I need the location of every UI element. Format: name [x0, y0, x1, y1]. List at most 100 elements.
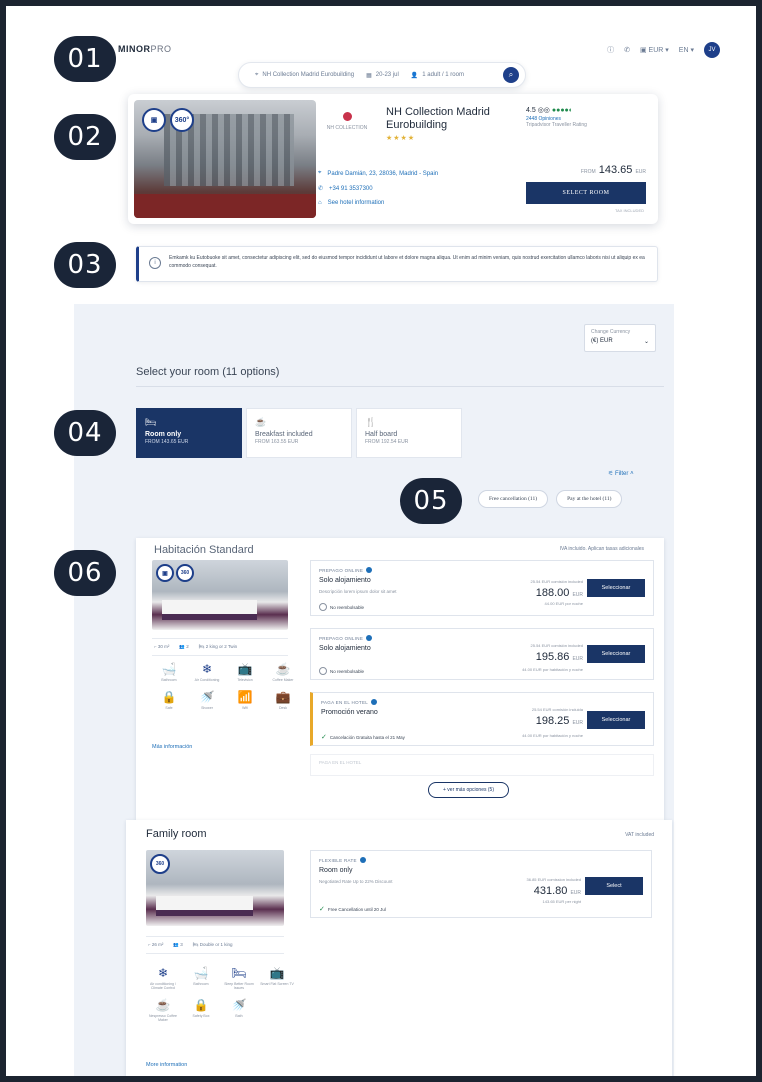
filter-label: Filter	[615, 471, 629, 477]
search-guests[interactable]: 👤 1 adult / 1 room	[411, 72, 464, 79]
select-rate-button[interactable]: Seleccionar	[587, 645, 645, 663]
amenity: 📺 Television	[228, 662, 262, 682]
search-hotel[interactable]: ⌖ NH Collection Madrid Eurobuilding	[255, 72, 354, 79]
search-bar[interactable]: ⌖ NH Collection Madrid Eurobuilding ▦ 20-2…	[238, 62, 526, 88]
amenity-label: Air conditioning / Climate Control	[150, 982, 176, 990]
tab-price: FROM 163.55 EUR	[255, 439, 299, 445]
avatar[interactable]: JV	[704, 42, 720, 58]
room-specs: ⌐ 26 m² 👥 3 🛏 Double or 1 king	[146, 936, 284, 954]
amenity: ❄ Air conditioning / Climate Control	[146, 966, 180, 990]
more-info-link[interactable]: Más información	[152, 744, 192, 750]
room-card-standard: Habitación Standard IVA incluido. Aplica…	[136, 538, 664, 820]
select-rate-button[interactable]: Seleccionar	[587, 711, 645, 729]
amenity-label: Nespresso Coffee Maker	[149, 1014, 177, 1022]
room-tax-note: IVA incluido. Aplican tasas adicionales	[559, 546, 644, 552]
hotel-info-link-text: See hotel information	[327, 200, 385, 206]
location-pin-icon: ⌖	[318, 170, 322, 176]
coffee-icon: ☕	[155, 998, 171, 1012]
amenity: 📶 Wifi	[228, 690, 262, 710]
callout-06: 06	[54, 550, 116, 596]
room-card-family: Family room VAT included 360 ⌐ 26 m² 👥 3…	[126, 820, 672, 1076]
bathroom-icon: 🛁	[161, 662, 177, 676]
room-photo[interactable]: 360	[146, 850, 284, 926]
phone-icon[interactable]: ✆	[624, 46, 630, 54]
amenity-label: Desk	[279, 706, 287, 710]
tab-breakfast-included[interactable]: ☕ Breakfast included FROM 163.55 EUR	[246, 408, 352, 458]
chip-pay-at-hotel[interactable]: Pay at the hotel (11)	[556, 490, 623, 508]
tab-price: FROM 192.54 EUR	[365, 439, 409, 445]
tripadvisor-rating[interactable]: 4.5 ◎◎ ●●●●◐ 2448 Opiniones Tripadvisor …	[526, 106, 587, 128]
info-dot-icon[interactable]	[359, 857, 366, 863]
logo-light: PRO	[150, 44, 172, 54]
hotel-info-link[interactable]: ⌂ See hotel information	[318, 200, 438, 206]
tab-half-board[interactable]: 🍴 Half board FROM 192.54 EUR	[356, 408, 462, 458]
cutlery-icon: 🍴	[365, 417, 377, 427]
rate-policy: No reembolsable	[319, 603, 364, 611]
currency-selector[interactable]: ▣ EUR ▾	[640, 46, 669, 54]
gallery-icon[interactable]: ▣	[142, 108, 166, 132]
amenity: 🚿 Bath	[222, 998, 256, 1022]
room-size: ⌐ 30 m²	[154, 644, 170, 649]
rate-price-currency: EUR	[572, 592, 583, 598]
amenity: ☕ Coffee Maker	[266, 662, 300, 682]
room-size-value: 26 m²	[151, 942, 164, 947]
rate-name: Solo alojamiento	[319, 645, 371, 652]
hotel-phone-text: +34 91 3537300	[329, 185, 373, 192]
rate-tag-text: PAGA EN EL HOTEL	[321, 699, 369, 705]
chip-free-cancellation[interactable]: Free cancellation (11)	[478, 490, 549, 508]
room-tax-note: VAT included	[625, 832, 654, 838]
more-info-link[interactable]: More information	[146, 1062, 187, 1068]
location-pin-icon: ⌖	[255, 71, 259, 78]
360-view-icon[interactable]: 360°	[170, 108, 194, 132]
brand-logo[interactable]: MINORPRO	[118, 44, 172, 54]
rate-policy-text: Free Cancellation until 20 Jul	[327, 906, 386, 912]
hotel-icon: ⌂	[318, 200, 322, 206]
room-occupancy-value: 3	[180, 942, 183, 947]
room-occupancy: 👥 3	[173, 942, 183, 947]
tab-room-only[interactable]: 🛏 Room only FROM 143.65 EUR	[136, 408, 242, 458]
currency-dropdown-label: Change Currency	[591, 329, 631, 335]
rate-name: Promoción verano	[321, 709, 378, 716]
help-icon[interactable]: ⓘ	[607, 45, 614, 55]
amenity: 🔒 Safety Box	[184, 998, 218, 1022]
filter-toggle[interactable]: ⚟ Filter ˄	[608, 470, 634, 477]
hotel-address[interactable]: ⌖ Padre Damián, 23, 28036, Madrid - Spain	[318, 170, 438, 177]
rate-commission: 36.85 EUR comission included	[526, 877, 581, 882]
search-dates[interactable]: ▦ 20-23 jul	[366, 72, 399, 79]
info-dot-icon[interactable]	[366, 567, 373, 573]
rate-policy-text: No reembolsable	[330, 668, 365, 674]
room-occupancy: 👥 2	[179, 644, 189, 649]
rating-score: 4.5	[526, 107, 536, 114]
amenity-label: Bathroom	[161, 678, 177, 682]
info-dot-icon[interactable]	[371, 699, 378, 705]
info-dot-icon[interactable]	[366, 635, 373, 641]
more-options-button[interactable]: + ver más opciones (5)	[428, 782, 509, 798]
amenity: ❄ Air Conditioning	[190, 662, 224, 682]
select-room-button[interactable]: SELECT ROOM	[526, 182, 646, 204]
brand-dot-icon	[342, 112, 352, 121]
rate-price-value: 198.25	[535, 715, 570, 727]
price-currency: EUR	[635, 169, 646, 175]
amenity: 📺 Smart Flat Screen TV	[260, 966, 294, 990]
search-button[interactable]: ⌕	[503, 67, 519, 83]
room-beds-value: Double or 1 king	[199, 942, 233, 947]
360-view-icon[interactable]: 360	[176, 564, 194, 582]
room-beds-value: 2 king or 2 Twin	[205, 644, 238, 649]
wifi-icon: 📶	[237, 690, 253, 704]
tripadvisor-icon: ◎◎	[537, 107, 552, 114]
rate-option: FLEXIBLE RATE Room only Negotiated Rate …	[310, 850, 652, 918]
gallery-icon[interactable]: ▣	[156, 564, 174, 582]
rate-name: Room only	[319, 867, 353, 874]
callout-04: 04	[54, 410, 116, 456]
select-rate-button[interactable]: Seleccionar	[587, 579, 645, 597]
rate-option: PREPAGO ONLINE Solo alojamiento Descripc…	[310, 560, 654, 616]
currency-dropdown[interactable]: Change Currency (€) EUR ⌄	[584, 324, 656, 352]
hotel-phone[interactable]: ✆ +34 91 3537300	[318, 185, 438, 193]
select-rate-button[interactable]: Select	[585, 877, 643, 895]
search-guests-value: 1 adult / 1 room	[422, 72, 464, 78]
hotel-photo[interactable]: ▣ 360°	[134, 100, 316, 218]
room-photo[interactable]: ▣ 360	[152, 560, 288, 630]
rate-per-night: 143.65 EUR per night	[542, 899, 581, 904]
360-view-icon[interactable]: 360	[150, 854, 170, 874]
language-selector[interactable]: EN ▾	[679, 46, 694, 54]
